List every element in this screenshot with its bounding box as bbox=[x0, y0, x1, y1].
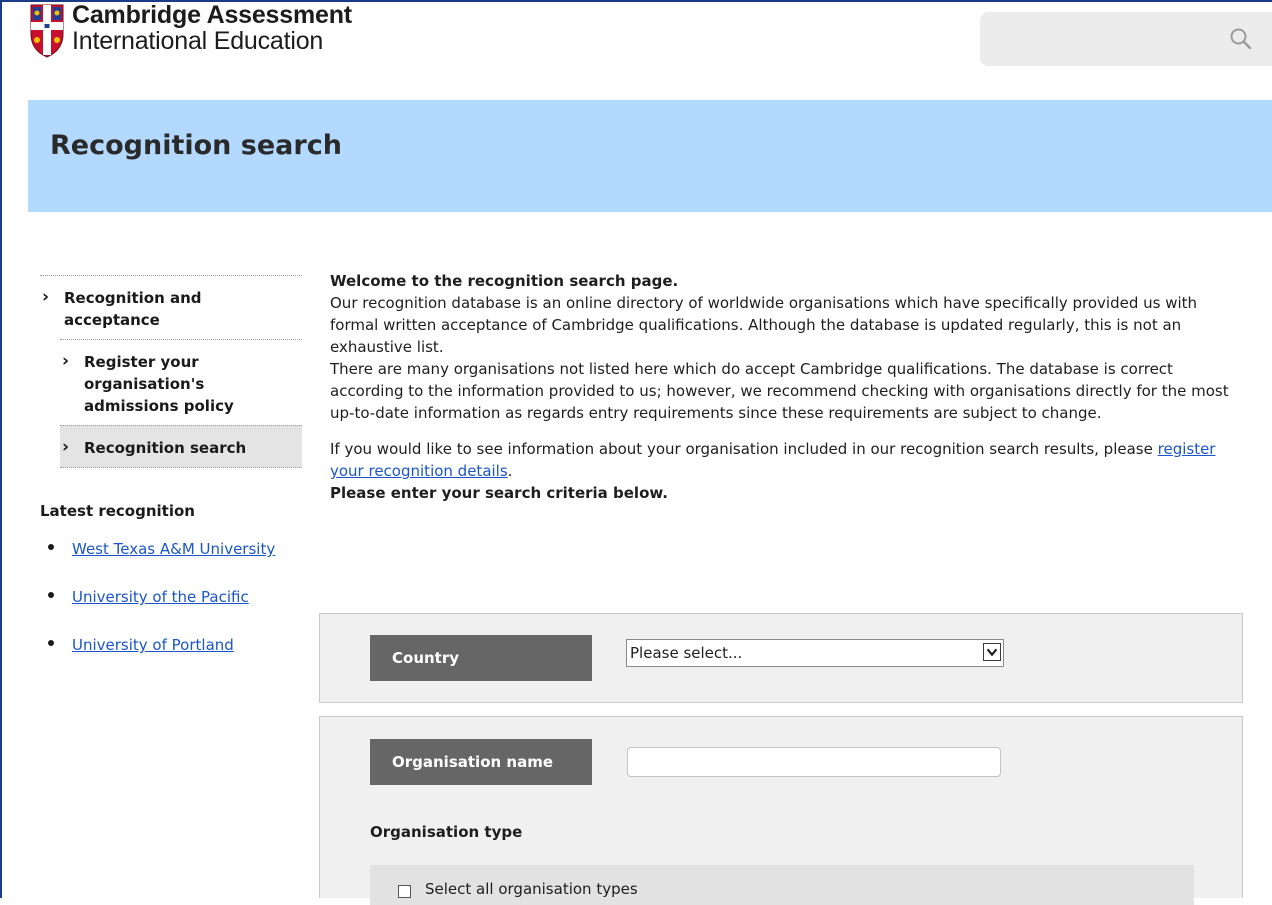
country-panel: Country Please select... bbox=[319, 613, 1243, 703]
select-all-types-checkbox[interactable] bbox=[398, 885, 411, 898]
site-logo[interactable]: Cambridge Assessment International Educa… bbox=[30, 1, 352, 60]
sidebar-item-register-admissions-policy[interactable]: › Register your organisation's admission… bbox=[60, 339, 302, 425]
latest-link-west-texas[interactable]: West Texas A&M University bbox=[72, 540, 275, 558]
sidebar: › Recognition and acceptance › Register … bbox=[40, 275, 302, 684]
select-all-types-label[interactable]: Select all organisation types bbox=[425, 880, 638, 898]
welcome-heading: Welcome to the recognition search page. bbox=[330, 272, 679, 290]
page-title: Recognition search bbox=[50, 130, 342, 161]
organisation-name-input[interactable] bbox=[627, 747, 1001, 777]
country-select-value: Please select... bbox=[630, 644, 743, 662]
sidebar-item-recognition-search[interactable]: › Recognition search bbox=[60, 425, 302, 468]
bullet-icon bbox=[48, 592, 54, 598]
chevron-right-icon: › bbox=[62, 437, 70, 457]
latest-link-university-of-the-pacific[interactable]: University of the Pacific bbox=[72, 588, 249, 606]
window-frame-left bbox=[0, 0, 2, 898]
latest-recognition-heading: Latest recognition bbox=[40, 502, 195, 520]
list-item: University of Portland bbox=[40, 636, 302, 684]
organisation-name-label: Organisation name bbox=[370, 739, 592, 785]
list-item: University of the Pacific bbox=[40, 588, 302, 636]
main-content: Welcome to the recognition search page. … bbox=[330, 270, 1250, 504]
chevron-right-icon: › bbox=[62, 351, 70, 371]
sidebar-item-label: Register your organisation's admissions … bbox=[84, 353, 234, 415]
organisation-type-heading: Organisation type bbox=[370, 823, 523, 841]
sidebar-item-recognition-and-acceptance[interactable]: › Recognition and acceptance bbox=[40, 275, 302, 339]
country-label: Country bbox=[370, 635, 592, 681]
register-text: If you would like to see information abo… bbox=[330, 440, 1153, 458]
site-search-input[interactable] bbox=[980, 12, 1272, 66]
sidebar-item-label: Recognition and acceptance bbox=[64, 289, 202, 329]
cambridge-crest-icon bbox=[30, 4, 64, 58]
latest-link-university-of-portland[interactable]: University of Portland bbox=[72, 636, 234, 654]
sidebar-item-label: Recognition search bbox=[84, 439, 247, 457]
organisation-types-box: Select all organisation types bbox=[370, 865, 1194, 905]
chevron-down-icon[interactable] bbox=[983, 643, 1001, 661]
search-criteria-heading: Please enter your search criteria below. bbox=[330, 484, 668, 502]
logo-title-line2: International Education bbox=[72, 27, 324, 55]
bullet-icon bbox=[48, 544, 54, 550]
organisation-panel: Organisation name Organisation type Sele… bbox=[319, 716, 1243, 905]
country-select[interactable]: Please select... bbox=[626, 639, 1004, 667]
register-paragraph: If you would like to see information abo… bbox=[330, 438, 1250, 482]
bullet-icon bbox=[48, 640, 54, 646]
chevron-right-icon: › bbox=[42, 287, 50, 307]
latest-recognition-list: West Texas A&M University University of … bbox=[40, 540, 302, 684]
search-icon[interactable] bbox=[1228, 26, 1254, 52]
logo-title-line1: Cambridge Assessment bbox=[72, 1, 352, 29]
page-banner: Recognition search bbox=[28, 100, 1272, 212]
list-item: West Texas A&M University bbox=[40, 540, 302, 588]
intro-paragraph-1: Our recognition database is an online di… bbox=[330, 294, 1198, 356]
intro-paragraph-2: There are many organisations not listed … bbox=[330, 360, 1229, 422]
register-suffix: . bbox=[507, 462, 513, 480]
